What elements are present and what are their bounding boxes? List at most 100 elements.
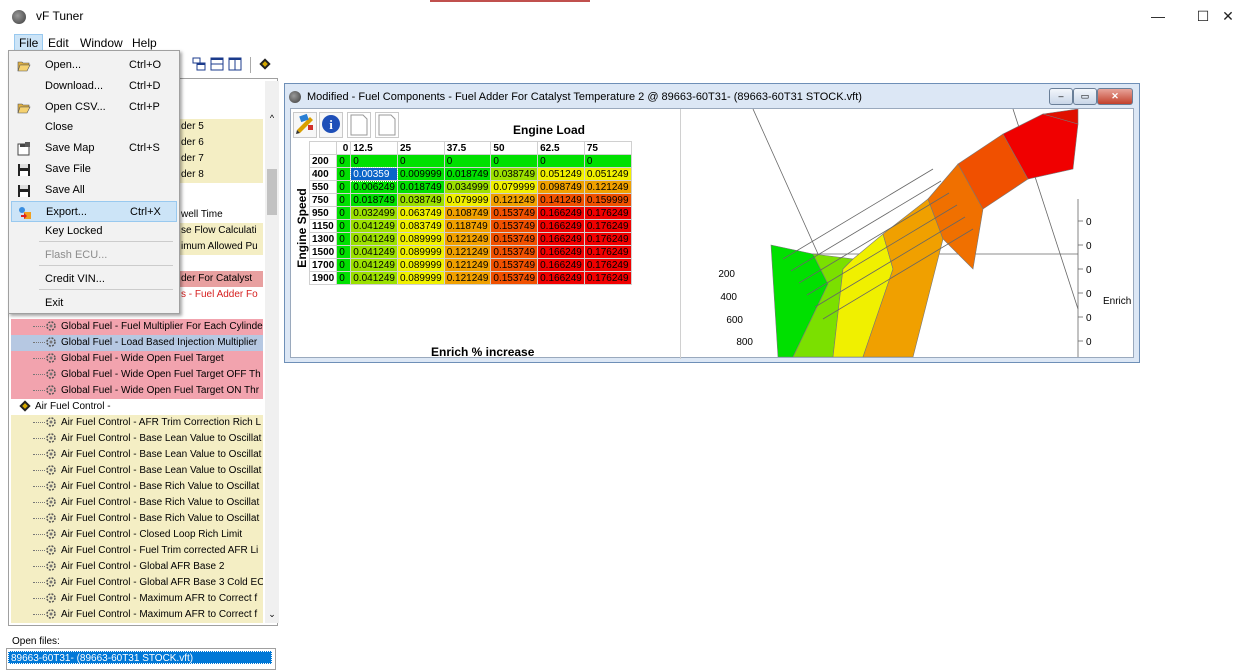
file-menu-item-save-map[interactable]: Save Map Ctrl+S [11,138,177,159]
table-cell[interactable]: 0 [336,167,352,181]
row-header[interactable]: 200 [308,154,338,168]
tree-item[interactable]: Air Fuel Control - Base Lean Value to Os… [11,463,263,479]
table-cell[interactable]: 0 [396,154,445,168]
surface-chart[interactable]: 200 400 600 800 0 0 0 0 0 0 Enrich [683,109,1135,357]
tree-item[interactable]: Global Fuel - Wide Open Fuel Target ON T… [11,383,263,399]
column-header[interactable]: 75 [583,141,632,155]
table-cell[interactable]: 0 [336,245,352,259]
table-cell[interactable]: 0.038749 [490,167,539,181]
row-header[interactable]: 750 [308,193,338,207]
tree-item[interactable]: Air Fuel Control - Global AFR Base 2 [11,559,263,575]
table-cell[interactable]: 0 [336,206,352,220]
table-cell[interactable]: 0.153749 [490,219,539,233]
tree-category[interactable]: Air Fuel Control - [11,399,263,415]
column-header[interactable]: 37.5 [443,141,492,155]
table-cell[interactable]: 0 [336,154,352,168]
file-menu-item-open[interactable]: Open... Ctrl+O [11,55,177,76]
table-cell[interactable]: 0 [490,154,539,168]
tree-item[interactable]: Air Fuel Control - Base Lean Value to Os… [11,447,263,463]
table-cell[interactable]: 0.176249 [583,232,632,246]
table-cell[interactable]: 0.159999 [583,193,632,207]
table-cell[interactable]: 0.121249 [490,193,539,207]
scroll-down-icon[interactable]: ⌄ [265,607,279,621]
scroll-thumb[interactable] [267,169,277,215]
document-button-2[interactable] [375,112,399,138]
child-minimize-button[interactable]: – [1049,88,1073,105]
table-cell[interactable]: 0.166249 [537,271,585,285]
file-menu-item-close[interactable]: Close [11,117,177,138]
table-cell[interactable]: 0 [336,193,352,207]
table-cell[interactable]: 0.153749 [490,232,539,246]
table-cell[interactable]: 0.118749 [443,219,492,233]
tree-item[interactable]: Air Fuel Control - Global AFR Base 3 Col… [11,575,263,591]
table-cell[interactable]: 0 [350,154,398,168]
tree-item[interactable]: Air Fuel Control - Base Lean Value to Os… [11,431,263,447]
row-header[interactable]: 1150 [308,219,338,233]
table-cell[interactable]: 0 [336,180,352,194]
document-button-1[interactable] [347,112,371,138]
column-header[interactable]: 0 [336,141,352,155]
row-header[interactable]: 950 [308,206,338,220]
tree-item[interactable]: Global Fuel - Wide Open Fuel Target [11,351,263,367]
table-cell[interactable]: 0 [336,219,352,233]
row-header[interactable]: 1500 [308,245,338,259]
table-cell[interactable]: 0.153749 [490,245,539,259]
table-cell[interactable]: 0.089999 [396,245,445,259]
table-cell[interactable]: 0.089999 [396,271,445,285]
table-cell[interactable]: 0 [583,154,632,168]
table-cell[interactable]: 0.176249 [583,219,632,233]
tile-windows-icon[interactable] [192,57,206,71]
table-cell[interactable]: 0.083749 [396,219,445,233]
table-cell[interactable]: 0.166249 [537,219,585,233]
child-close-button[interactable]: ✕ [1097,88,1133,105]
table-cell[interactable]: 0.018749 [396,180,445,194]
table-cell[interactable]: 0.176249 [583,271,632,285]
file-menu-item-open-csv[interactable]: Open CSV... Ctrl+P [11,97,177,118]
table-cell[interactable]: 0 [537,154,585,168]
tree-item[interactable]: Air Fuel Control - Fuel Trim corrected A… [11,543,263,559]
table-cell[interactable]: 0.089999 [396,258,445,272]
tree-item[interactable]: Global Fuel - Load Based Injection Multi… [11,335,263,351]
tree-item[interactable]: Air Fuel Control - Closed Loop Rich Limi… [11,527,263,543]
table-cell[interactable]: 0.018749 [443,167,492,181]
table-cell[interactable]: 0.153749 [490,206,539,220]
table-cell[interactable]: 0.121249 [443,245,492,259]
table-cell[interactable]: 0.121249 [583,180,632,194]
table-cell[interactable]: 0.034999 [443,180,492,194]
ecu-chip-icon[interactable] [258,57,272,71]
file-menu-item-exit[interactable]: Exit [11,293,177,314]
column-header[interactable]: 50 [490,141,539,155]
row-header[interactable]: 550 [308,180,338,194]
table-cell[interactable]: 0.032499 [350,206,398,220]
column-header[interactable]: 25 [396,141,445,155]
edit-map-button[interactable] [293,112,317,138]
table-cell[interactable]: 0.166249 [537,206,585,220]
table-cell[interactable]: 0.051249 [583,167,632,181]
table-cell[interactable]: 0.176249 [583,258,632,272]
close-button[interactable]: ✕ [1205,0,1251,32]
table-cell[interactable]: 0.079999 [490,180,539,194]
table-cell[interactable]: 0.041249 [350,232,398,246]
table-cell[interactable]: 0.098749 [537,180,585,194]
column-header[interactable]: 62.5 [537,141,585,155]
minimize-button[interactable]: — [1135,0,1181,32]
tree-item[interactable]: Air Fuel Control - Base Rich Value to Os… [11,511,263,527]
table-cell[interactable]: 0.153749 [490,258,539,272]
table-cell[interactable]: 0 [443,154,492,168]
table-cell[interactable]: 0.038749 [396,193,445,207]
table-cell[interactable]: 0.108749 [443,206,492,220]
table-cell[interactable]: 0.00359 [349,166,399,182]
column-header[interactable]: 12.5 [350,141,398,155]
file-menu-item-save-file[interactable]: Save File [11,159,177,180]
tree-item[interactable]: Air Fuel Control - AFR Trim Correction R… [11,415,263,431]
tile-vertical-icon[interactable] [228,57,242,71]
table-cell[interactable]: 0.166249 [537,258,585,272]
table-cell[interactable]: 0.018749 [350,193,398,207]
file-menu-item-export[interactable]: Export... Ctrl+X [11,201,177,222]
table-cell[interactable]: 0.141249 [537,193,585,207]
tile-horizontal-icon[interactable] [210,57,224,71]
tree-item[interactable]: Global Fuel - Fuel Multiplier For Each C… [11,319,263,335]
tree-scrollbar[interactable]: ^ ⌄ [265,81,279,623]
table-cell[interactable]: 0.041249 [350,258,398,272]
row-header[interactable]: 1300 [308,232,338,246]
